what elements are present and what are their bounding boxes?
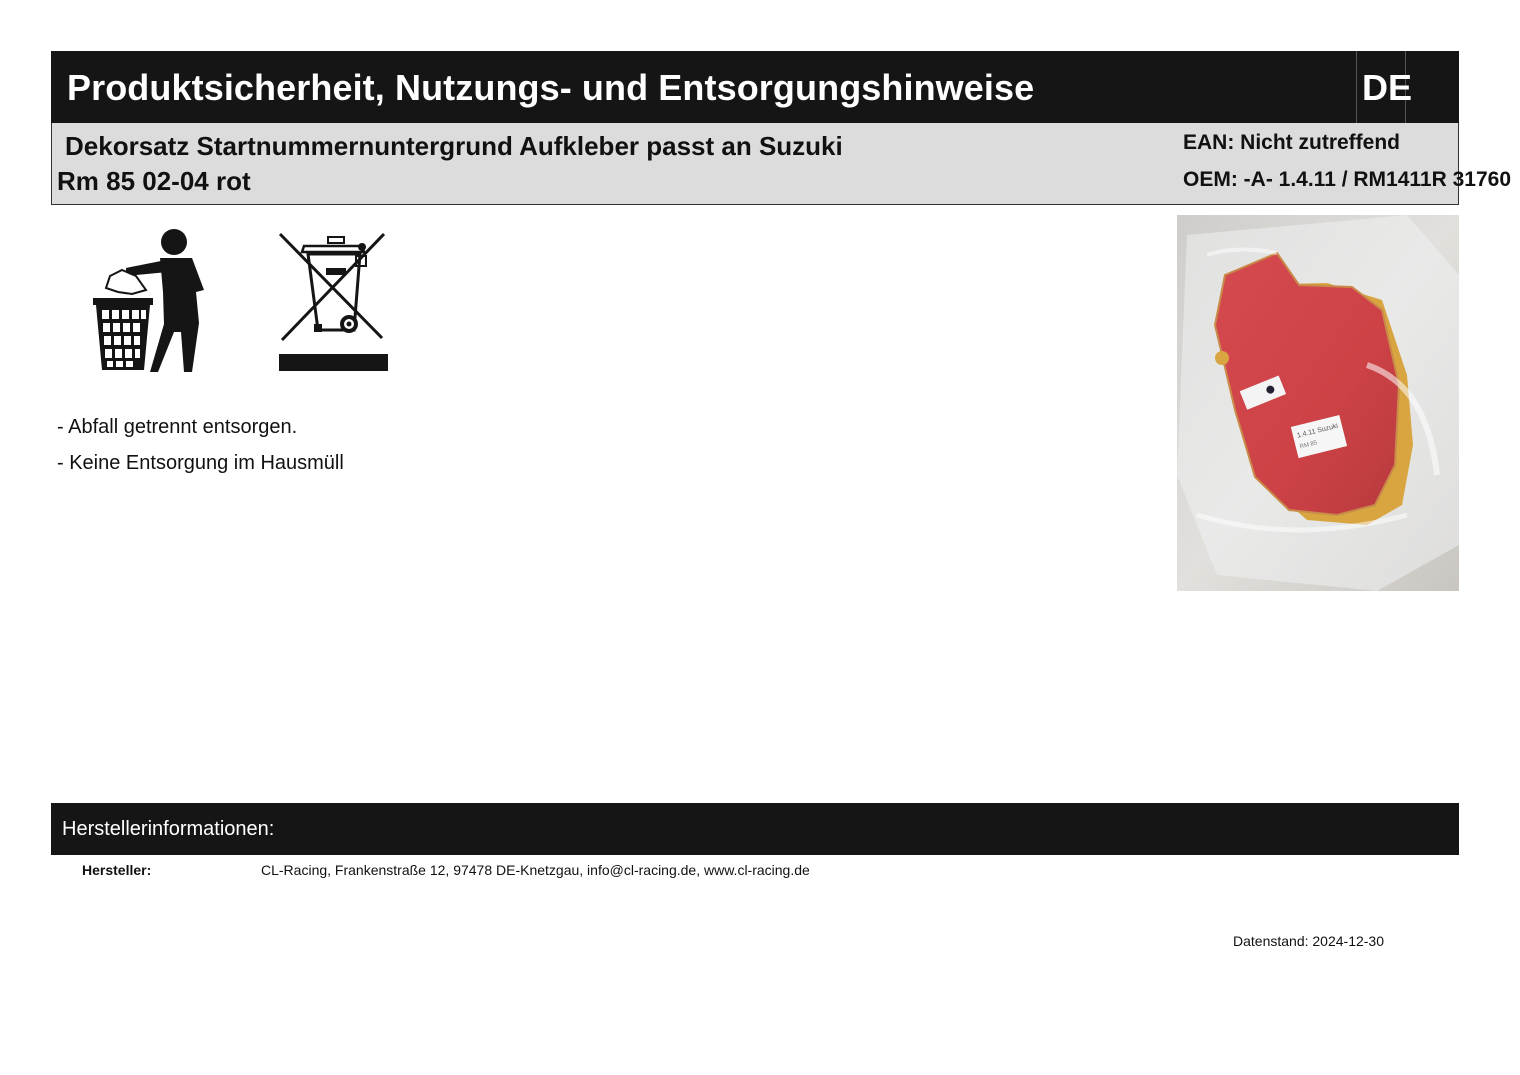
manufacturer-section-bar: Herstellerinformationen:	[51, 803, 1459, 855]
language-code: DE	[1362, 67, 1413, 108]
ean-number: EAN: Nicht zutreffend	[1183, 131, 1400, 154]
data-date: Datenstand: 2024-12-30	[1233, 933, 1384, 949]
disposal-note: - Abfall getrennt entsorgen.	[57, 416, 298, 438]
oem-number: OEM: -A- 1.4.11 / RM1411R 31760	[1183, 168, 1511, 191]
manufacturer-label: Hersteller:	[82, 862, 152, 878]
product-name-line2: Rm 85 02-04 rot	[57, 166, 251, 196]
header-bar: Produktsicherheit, Nutzungs- und Entsorg…	[51, 51, 1459, 123]
page-title: Produktsicherheit, Nutzungs- und Entsorg…	[67, 67, 1035, 108]
manufacturer-details: CL-Racing, Frankenstraße 12, 97478 DE-Kn…	[261, 862, 810, 878]
language-box: DE	[1356, 51, 1412, 123]
product-name-line1: Dekorsatz Startnummernuntergrund Aufkleb…	[65, 131, 843, 161]
product-info-bar: Dekorsatz Startnummernuntergrund Aufkleb…	[51, 123, 1511, 205]
dispose-in-bin-icon	[88, 228, 210, 374]
crossed-out-wheelie-bin-icon	[276, 230, 390, 374]
product-photo: 1.4.11 Suzuki RM 85	[1177, 215, 1459, 591]
disposal-note: - Keine Entsorgung im Hausmüll	[57, 452, 344, 474]
manufacturer-section-title: Herstellerinformationen:	[62, 818, 275, 840]
